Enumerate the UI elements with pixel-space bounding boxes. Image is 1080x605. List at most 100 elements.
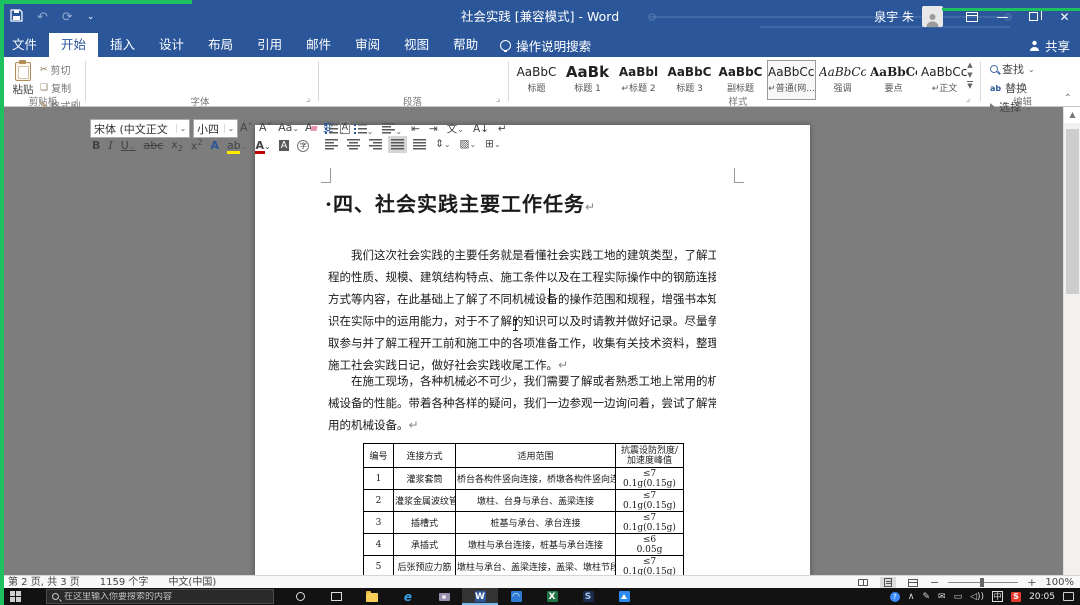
camera-app-button[interactable] <box>426 588 462 605</box>
tab-view[interactable]: 视图 <box>392 33 441 57</box>
copy-button[interactable]: ❏复制 <box>40 80 81 95</box>
styles-dialog-launcher-icon[interactable]: ⌟ <box>966 94 970 104</box>
change-case-button[interactable]: Aa⌄ <box>278 121 299 134</box>
bold-button[interactable]: B <box>92 139 100 152</box>
tab-mailings[interactable]: 邮件 <box>294 33 343 57</box>
highlight-color-button[interactable]: ab⌄ <box>227 139 247 152</box>
file-explorer-button[interactable] <box>354 588 390 605</box>
font-color-button[interactable]: A⌄ <box>255 139 270 152</box>
volume-tray-icon[interactable]: ◁)) <box>970 592 984 602</box>
sort-button[interactable]: A↓ <box>473 123 489 135</box>
zoom-level[interactable]: 100% <box>1045 577 1074 588</box>
cut-button[interactable]: ✂剪切 <box>40 62 81 77</box>
tell-me-search[interactable]: 操作说明搜索 <box>490 33 601 57</box>
screenshare-border <box>942 8 1080 11</box>
tab-design[interactable]: 设计 <box>147 33 196 57</box>
grow-font-button[interactable]: A˄ <box>240 121 253 134</box>
word-app-button[interactable]: W <box>462 588 498 605</box>
web-layout-button[interactable] <box>905 577 921 589</box>
hidden-icons-chevron[interactable]: ∧ <box>908 592 915 602</box>
tab-layout[interactable]: 布局 <box>196 33 245 57</box>
clear-formatting-button[interactable]: A <box>305 121 317 134</box>
close-button[interactable]: ✕ <box>1049 0 1080 33</box>
clipboard-dialog-launcher-icon[interactable]: ⌟ <box>74 94 78 104</box>
show-marks-button[interactable]: ↵ <box>498 123 507 135</box>
italic-button[interactable]: I <box>108 139 112 152</box>
increase-indent-button[interactable]: ⇥ <box>429 123 438 135</box>
distribute-button[interactable] <box>413 139 426 150</box>
styles-scroll-up-icon[interactable]: ▲ <box>967 61 972 69</box>
mountain-app-button[interactable] <box>606 588 642 605</box>
text-boundary-mark <box>734 168 744 183</box>
shrink-font-button[interactable]: A˅ <box>259 121 272 134</box>
superscript-button[interactable]: x2 <box>191 138 203 153</box>
display-tray-icon[interactable]: ▭ <box>954 592 963 602</box>
justify-button[interactable] <box>391 139 404 150</box>
text-effects-button[interactable]: A <box>211 139 220 152</box>
multilevel-list-button[interactable]: ⌄ <box>382 119 402 138</box>
paragraph-dialog-launcher-icon[interactable]: ⌟ <box>496 94 500 104</box>
font-size-combo[interactable]: 小四⌄ <box>193 119 238 138</box>
tab-file[interactable]: 文件 <box>0 33 49 57</box>
tab-review[interactable]: 审阅 <box>343 33 392 57</box>
scrollbar-thumb[interactable] <box>1066 129 1079 294</box>
zoom-slider[interactable] <box>948 582 1018 583</box>
minimize-button[interactable]: — <box>987 0 1018 33</box>
styles-scroll-down-icon[interactable]: ▼ <box>967 71 972 79</box>
enclose-characters-button[interactable]: 字 <box>297 140 309 152</box>
edge-button[interactable]: e <box>390 588 426 605</box>
blue-app-button[interactable]: ◠ <box>498 588 534 605</box>
excel-app-button[interactable]: X <box>534 588 570 605</box>
decrease-indent-button[interactable]: ⇤ <box>411 123 420 135</box>
subscript-button[interactable]: x2 <box>171 138 183 153</box>
account-name[interactable]: 泉宇 朱 <box>874 8 914 25</box>
text-boundary-mark <box>321 168 331 183</box>
task-view-button[interactable] <box>318 588 354 605</box>
restore-button[interactable] <box>1018 0 1049 33</box>
underline-button[interactable]: U⌄ <box>121 139 136 152</box>
pen-tray-icon[interactable]: ✎ <box>923 592 931 602</box>
bullets-button[interactable]: ⌄ <box>325 119 345 138</box>
sogou-tray-icon[interactable]: S <box>1011 592 1021 602</box>
avatar[interactable] <box>922 6 943 27</box>
scroll-up-icon[interactable]: ▲ <box>1064 107 1080 123</box>
styles-more-icon[interactable]: ▼ <box>967 81 972 90</box>
font-dialog-launcher-icon[interactable]: ⌟ <box>306 94 310 104</box>
font-name-combo[interactable]: 宋体 (中文正文⌄ <box>90 119 190 138</box>
start-button[interactable] <box>10 591 21 602</box>
line-spacing-button[interactable]: ⇕⌄ <box>435 138 451 150</box>
borders-button[interactable]: ⊞⌄ <box>485 138 501 150</box>
shading-button[interactable]: ▨⌄ <box>460 138 477 150</box>
tab-help[interactable]: 帮助 <box>441 33 490 57</box>
dark-app-button[interactable]: S <box>570 588 606 605</box>
align-left-button[interactable] <box>325 139 338 150</box>
share-button[interactable]: 共享 <box>1029 33 1070 57</box>
tab-references[interactable]: 引用 <box>245 33 294 57</box>
find-button[interactable]: 查找⌄ <box>990 61 1035 77</box>
strikethrough-button[interactable]: abc <box>144 139 164 152</box>
ribbon-display-options-icon[interactable] <box>957 0 987 33</box>
taskbar-search-app[interactable] <box>282 588 318 605</box>
ime-indicator[interactable]: 中 <box>992 591 1003 602</box>
tab-insert[interactable]: 插入 <box>98 33 147 57</box>
print-layout-button[interactable] <box>880 577 896 589</box>
character-shading-button[interactable]: A <box>279 140 290 151</box>
read-mode-button[interactable] <box>855 577 871 589</box>
document-page[interactable]: ·四、社会实践主要工作任务↵ 我们这次社会实践的主要任务就是看懂社会实践工地的建… <box>255 125 810 575</box>
vertical-scrollbar[interactable]: ▲ <box>1063 107 1080 575</box>
numbering-button[interactable]: ⌄ <box>354 119 374 138</box>
tab-home[interactable]: 开始 <box>49 33 98 57</box>
multilevel-list-icon <box>382 123 395 134</box>
align-center-button[interactable] <box>347 139 360 150</box>
zoom-slider-thumb[interactable] <box>980 578 984 587</box>
help-tray-icon[interactable]: ? <box>890 592 900 602</box>
action-center-icon[interactable] <box>1063 592 1074 601</box>
taskbar-search[interactable] <box>46 589 274 604</box>
collapse-ribbon-icon[interactable]: ⌃ <box>1064 93 1072 104</box>
cell-no: 2 <box>364 490 394 512</box>
mail-tray-icon[interactable]: ✉ <box>938 592 946 602</box>
clock[interactable]: 20:05 <box>1029 592 1055 602</box>
asian-layout-button[interactable]: 文⌄ <box>447 121 464 136</box>
align-right-button[interactable] <box>369 139 382 150</box>
search-input[interactable] <box>64 592 264 602</box>
